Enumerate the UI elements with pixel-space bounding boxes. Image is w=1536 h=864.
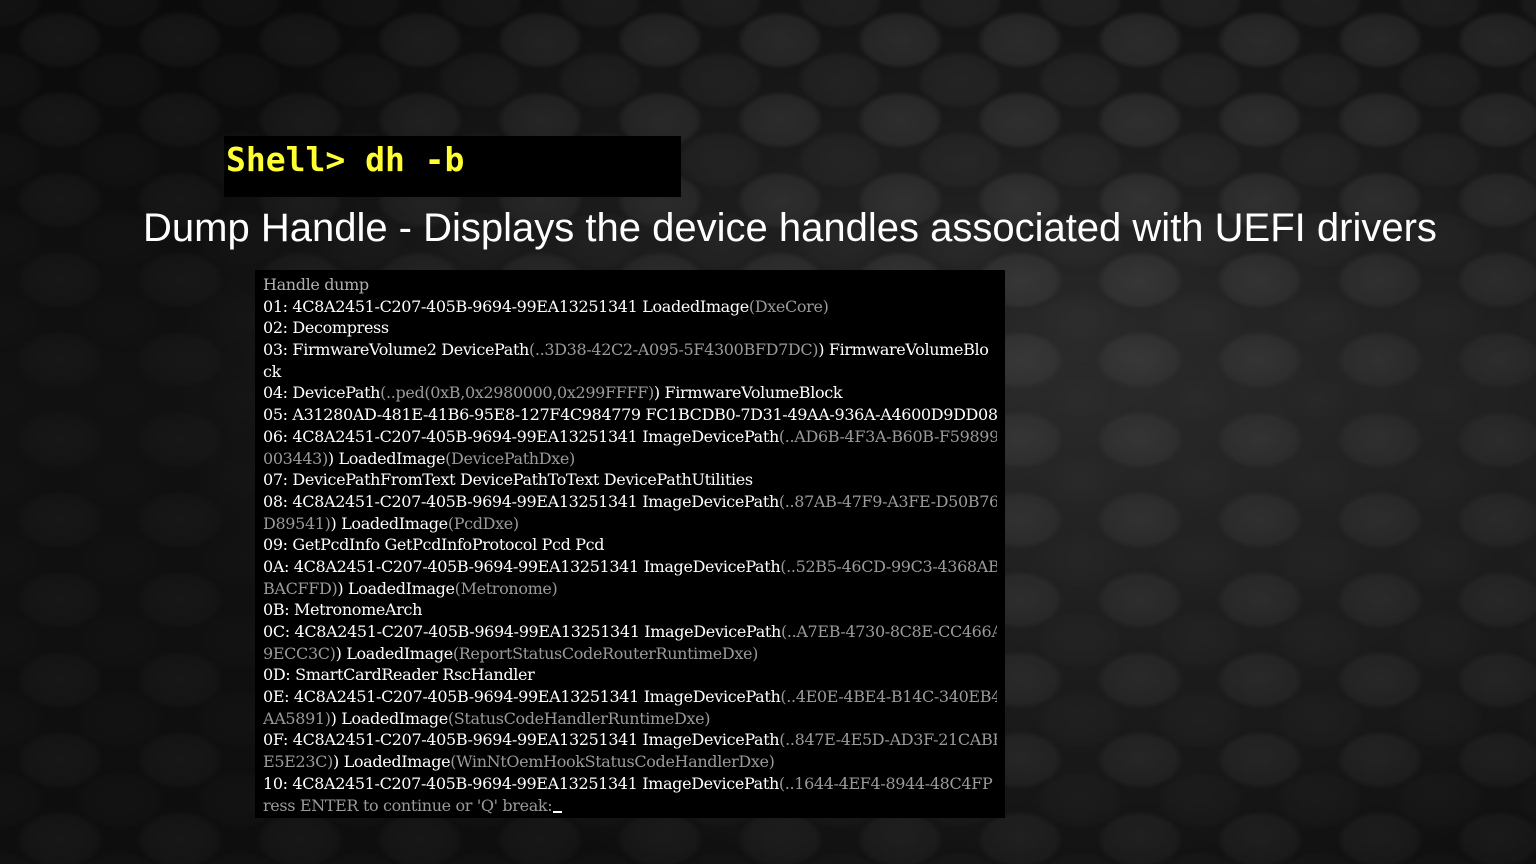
terminal-text-segment: ) LoadedImage (330, 708, 449, 728)
terminal-line: 01: 4C8A2451-C207-405B-9694-99EA13251341… (263, 296, 997, 318)
terminal-text-segment: ) LoadedImage (327, 448, 446, 468)
terminal-text-segment: (PcdDxe) (447, 513, 519, 533)
terminal-text-segment: ress ENTER to continue or 'Q' break: (263, 795, 553, 815)
terminal-text-segment: 05: A31280AD-481E-41B6-95E8-127F4C984779… (263, 405, 997, 425)
terminal-line: 07: DevicePathFromText DevicePathToText … (263, 469, 997, 491)
terminal-text-segment: (ReportStatusCodeRouterRuntimeDxe) (452, 643, 759, 663)
terminal-text-segment: 10: 4C8A2451-C207-405B-9694-99EA13251341… (263, 773, 779, 793)
terminal-text-segment: (..847E-4E5D-AD3F-21CABF (779, 730, 997, 750)
terminal-line: 06: 4C8A2451-C207-405B-9694-99EA13251341… (263, 426, 997, 448)
terminal-text-segment: (..87AB-47F9-A3FE-D50B76 (778, 491, 997, 511)
terminal-text-segment: BACFFD) (263, 578, 338, 598)
terminal-line: 0E: 4C8A2451-C207-405B-9694-99EA13251341… (263, 686, 997, 708)
terminal-text-segment: (..1644-4EF4-8944-48C4FP (778, 773, 993, 793)
terminal-text-segment: (..52B5-46CD-99C3-4368AB (780, 556, 997, 576)
terminal-line: 10: 4C8A2451-C207-405B-9694-99EA13251341… (263, 773, 997, 795)
terminal-text-segment: (WinNtOemHookStatusCodeHandlerDxe) (450, 752, 775, 772)
command-bar: Shell> dh -b (224, 136, 681, 197)
terminal-line: 02: Decompress (263, 317, 997, 339)
slide-subtitle: Dump Handle - Displays the device handle… (143, 206, 1437, 250)
terminal-text-segment: (..4E0E-4BE4-B14C-340EB4 (780, 687, 997, 707)
terminal-text-segment: ck (263, 361, 281, 381)
terminal-text-segment: 0A: 4C8A2451-C207-405B-9694-99EA13251341… (263, 556, 781, 576)
terminal-text-segment: 0D: SmartCardReader RscHandler (263, 665, 535, 685)
cursor-icon (553, 810, 563, 813)
terminal-line: 05: A31280AD-481E-41B6-95E8-127F4C984779… (263, 404, 997, 426)
terminal-text-segment: 9ECC3C) (263, 643, 336, 663)
terminal-text-segment: ) LoadedImage (330, 513, 449, 533)
terminal-line: 0F: 4C8A2451-C207-405B-9694-99EA13251341… (263, 729, 997, 751)
terminal-line: 003443)) LoadedImage(DevicePathDxe) (263, 448, 997, 470)
terminal-text-segment: 07: DevicePathFromText DevicePathToText … (263, 470, 753, 490)
terminal-text-segment: ) FirmwareVolumeBlo (818, 340, 989, 360)
terminal-text-segment: 01: 4C8A2451-C207-405B-9694-99EA13251341… (263, 296, 749, 316)
command-text: Shell> dh -b (226, 140, 465, 179)
terminal-text-segment: 02: Decompress (263, 318, 389, 338)
terminal-text-segment: 09: GetPcdInfo GetPcdInfoProtocol Pcd Pc… (263, 535, 605, 555)
terminal-text-segment: D89541) (263, 513, 331, 533)
terminal-text-segment: (..AD6B-4F3A-B60B-F59899 (778, 426, 997, 446)
terminal-text-segment: (..A7EB-4730-8C8E-CC466A (780, 622, 997, 641)
terminal-text-segment: (StatusCodeHandlerRuntimeDxe) (447, 708, 711, 728)
terminal-line: D89541)) LoadedImage(PcdDxe) (263, 513, 997, 535)
terminal-text-segment: (..ped(0xB,0x2980000,0x299FFFF) (380, 383, 654, 403)
terminal-text-segment: (..3D38-42C2-A095-5F4300BFD7DC) (528, 340, 819, 360)
terminal-text-segment: 06: 4C8A2451-C207-405B-9694-99EA13251341… (263, 426, 779, 446)
terminal-line: 03: FirmwareVolume2 DevicePath(..3D38-42… (263, 339, 997, 361)
terminal-line: E5E23C)) LoadedImage(WinNtOemHookStatusC… (263, 751, 997, 773)
terminal-line: AA5891)) LoadedImage(StatusCodeHandlerRu… (263, 708, 997, 730)
terminal-text-segment: ) LoadedImage (332, 752, 451, 772)
terminal-text-segment: (DxeCore) (748, 296, 829, 316)
terminal-line: 0B: MetronomeArch (263, 599, 997, 621)
terminal-line: BACFFD)) LoadedImage(Metronome) (263, 578, 997, 600)
terminal-text-segment: 03: FirmwareVolume2 DevicePath (263, 340, 529, 360)
terminal-text-segment: 08: 4C8A2451-C207-405B-9694-99EA13251341… (263, 491, 779, 511)
terminal-text-segment: 0E: 4C8A2451-C207-405B-9694-99EA13251341… (263, 687, 781, 707)
terminal-prompt-line: ress ENTER to continue or 'Q' break: (263, 795, 997, 817)
terminal-text-segment: 0B: MetronomeArch (263, 600, 423, 620)
terminal-text-segment: (Metronome) (454, 578, 558, 598)
terminal-header-line: Handle dump (263, 274, 997, 296)
terminal-line: 9ECC3C)) LoadedImage(ReportStatusCodeRou… (263, 643, 997, 665)
terminal-line: 0C: 4C8A2451-C207-405B-9694-99EA13251341… (263, 621, 997, 643)
terminal-text-segment: ) FirmwareVolumeBlock (653, 383, 843, 403)
terminal-line: 0A: 4C8A2451-C207-405B-9694-99EA13251341… (263, 556, 997, 578)
terminal-line: 0D: SmartCardReader RscHandler (263, 664, 997, 686)
terminal-text-segment: 0F: 4C8A2451-C207-405B-9694-99EA13251341… (263, 730, 780, 750)
terminal-text-segment: E5E23C) (263, 752, 333, 772)
terminal-line: 09: GetPcdInfo GetPcdInfoProtocol Pcd Pc… (263, 534, 997, 556)
terminal-line: 04: DevicePath(..ped(0xB,0x2980000,0x299… (263, 382, 997, 404)
terminal-text-segment: 04: DevicePath (263, 383, 381, 403)
terminal-line: ck (263, 361, 997, 383)
terminal-text-segment: 0C: 4C8A2451-C207-405B-9694-99EA13251341… (263, 622, 781, 641)
terminal-output: Handle dump 01: 4C8A2451-C207-405B-9694-9… (263, 274, 997, 816)
terminal-text-segment: AA5891) (263, 708, 331, 728)
terminal-text-segment: Handle dump (263, 275, 369, 294)
terminal-text-segment: ) LoadedImage (335, 643, 454, 663)
terminal-text-segment: (DevicePathDxe) (445, 448, 575, 468)
terminal-text-segment: 003443) (263, 448, 328, 468)
terminal-line: 08: 4C8A2451-C207-405B-9694-99EA13251341… (263, 491, 997, 513)
terminal-window[interactable]: Handle dump 01: 4C8A2451-C207-405B-9694-9… (255, 270, 1005, 818)
terminal-text-segment: ) LoadedImage (337, 578, 455, 598)
